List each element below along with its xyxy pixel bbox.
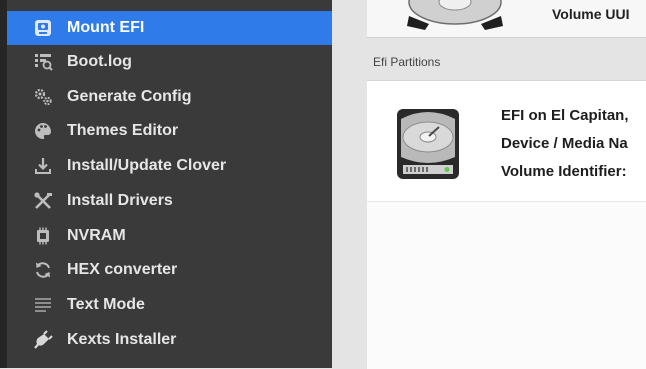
sidebar-item-boot-log[interactable]: Boot.log [7,45,332,79]
palette-icon [32,120,54,142]
efi-partitions-title: Efi Partitions [373,55,441,69]
sidebar-item-label: NVRAM [67,227,126,244]
chip-icon [32,225,54,247]
boot-log-icon [32,51,54,73]
sidebar-item-label: HEX converter [67,261,178,278]
tools-icon [32,190,54,212]
volume-identifier: Volume Identifier: [501,163,627,180]
main-panel: Volume UUI Efi Partitions EFI on El Capi… [353,0,646,369]
sidebar-item-install-drivers[interactable]: Install Drivers [7,184,332,218]
sidebar-item-themes-editor[interactable]: Themes Editor [7,114,332,148]
efi-partitions-list: EFI on El Capitan, Device / Media Na Vol… [367,80,646,369]
sidebar-item-label: Install Drivers [67,192,173,209]
sidebar-item-text-mode[interactable]: Text Mode [7,288,332,322]
internal-drive-icon [397,109,459,179]
sidebar-item-mount-efi[interactable]: Mount EFI [7,11,332,45]
efi-partition-row[interactable]: EFI on El Capitan, Device / Media Na Vol… [367,81,646,202]
efi-volume-name: EFI on El Capitan, [501,107,629,124]
sidebar-item-label: Kexts Installer [67,331,177,348]
sidebar-item-nvram[interactable]: NVRAM [7,219,332,253]
sidebar-item-label: Install/Update Clover [67,157,227,174]
sidebar-item-hex-converter[interactable]: HEX converter [7,253,332,287]
sidebar-item-label: Mount EFI [67,19,145,36]
gears-icon [32,86,54,108]
sidebar-item-label: Generate Config [67,88,192,105]
mount-efi-icon [32,17,54,39]
sidebar-item-generate-config[interactable]: Generate Config [7,80,332,114]
refresh-icon [32,259,54,281]
volume-uuid-label: Volume UUI [552,6,630,22]
sidebar-item-label: Themes Editor [67,122,179,139]
sidebar: Mount EFI Boot.log Generate Config Theme… [0,0,332,368]
sidebar-edge [0,0,7,368]
top-volume-box: Volume UUI [367,0,646,38]
sidebar-item-label: Text Mode [67,296,145,313]
device-media-name: Device / Media Na [501,135,628,152]
sidebar-item-install-update-clover[interactable]: Install/Update Clover [7,149,332,183]
sidebar-item-kexts-installer[interactable]: Kexts Installer [7,323,332,357]
download-icon [32,155,54,177]
plug-icon [32,329,54,351]
hard-disk-icon [407,0,503,30]
sidebar-item-label: Boot.log [67,53,132,70]
text-lines-icon [32,294,54,316]
